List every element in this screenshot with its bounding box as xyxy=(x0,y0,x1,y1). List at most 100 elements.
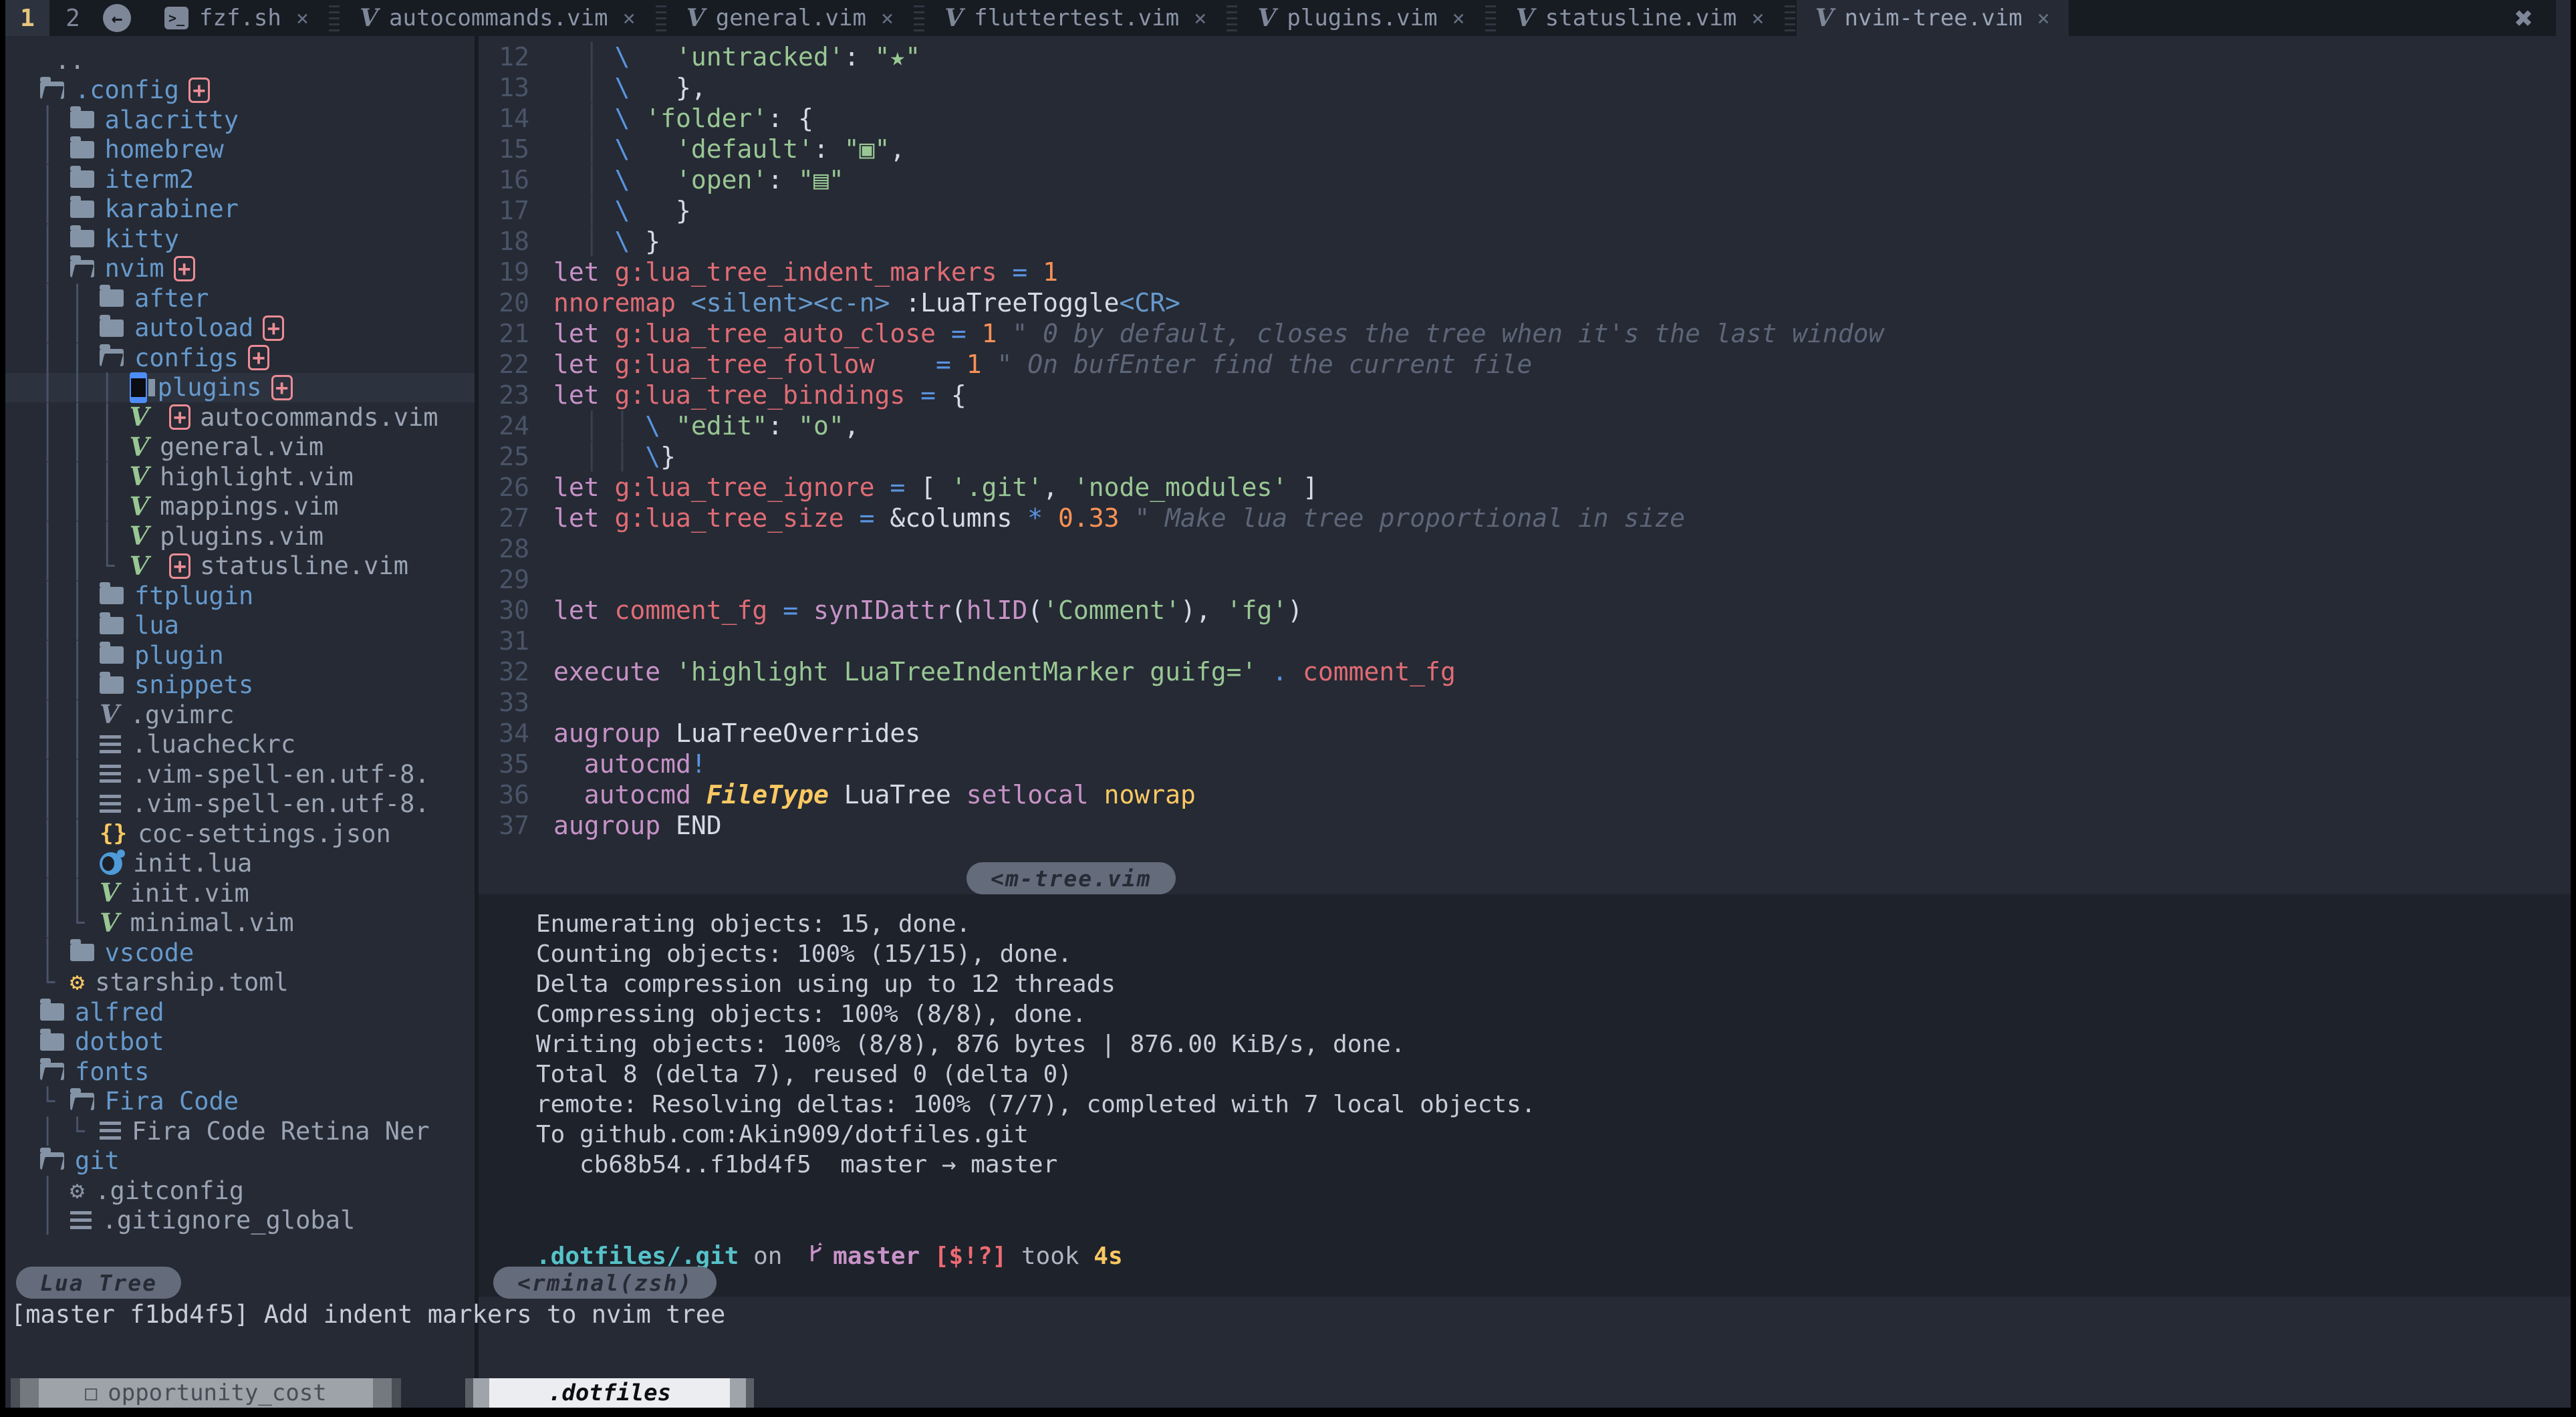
tree-item-mappings.vim[interactable]: │ │ │ Vmappings.vim xyxy=(5,492,475,522)
tree-item-iterm2[interactable]: │ iterm2 xyxy=(5,164,475,195)
prompt-char[interactable]: ❯ xyxy=(536,1271,2571,1301)
tab-fzf.sh[interactable]: >_fzf.sh× xyxy=(146,0,328,36)
code-line[interactable]: 30let comment_fg = synIDattr(hlID('Comme… xyxy=(479,595,2571,626)
terminal-pane[interactable]: Enumerating objects: 15, done.Counting o… xyxy=(479,894,2571,1297)
tree-item-init.vim[interactable]: │ │ Vinit.vim xyxy=(5,878,475,908)
tab-plugins.vim[interactable]: Vplugins.vim× xyxy=(1239,0,1483,36)
tmux-session-dotfiles[interactable]: .dotfiles xyxy=(465,1378,754,1408)
tree-item-plugins[interactable]: │ │ │ plugins+ xyxy=(5,373,475,403)
tree-item-autocommands.vim[interactable]: │ │ │ V+autocommands.vim xyxy=(5,402,475,432)
tree-item-minimal.vim[interactable]: │ └ Vminimal.vim xyxy=(5,908,475,938)
tree-item-general.vim[interactable]: │ │ │ Vgeneral.vim xyxy=(5,432,475,463)
tree-item-label: nvim xyxy=(105,254,164,283)
tree-item-alacritty[interactable]: │ alacritty xyxy=(5,105,475,135)
tab-autocommands.vim[interactable]: Vautocommands.vim× xyxy=(341,0,654,36)
code-line[interactable]: 27let g:lua_tree_size = &columns * 0.33 … xyxy=(479,503,2571,533)
tree-item-.gitignore-global[interactable]: │ .gitignore_global xyxy=(5,1206,475,1236)
tmux-session-opportunity-cost[interactable]: □ opportunity_cost xyxy=(11,1378,401,1408)
code-line[interactable]: 20nnoremap <silent><c-n> :LuaTreeToggle<… xyxy=(479,287,2571,318)
code-line[interactable]: 29 xyxy=(479,564,2571,595)
code-line[interactable]: 35 autocmd! xyxy=(479,749,2571,779)
folder-open-icon xyxy=(70,260,94,277)
tab-close-icon[interactable]: × xyxy=(2037,5,2050,31)
tree-item-alfred[interactable]: alfred xyxy=(5,997,475,1027)
tree-indent-guide: │ │ xyxy=(40,344,100,372)
tree-item-vscode[interactable]: │ vscode xyxy=(5,938,475,968)
code-line[interactable]: 15 │ \ 'default': "▣", xyxy=(479,134,2571,164)
code-line[interactable]: 31 xyxy=(479,626,2571,656)
code-line[interactable]: 22let g:lua_tree_follow = 1 " On bufEnte… xyxy=(479,349,2571,380)
tree-item-Fira-Code[interactable]: └ Fira Code xyxy=(5,1087,475,1117)
tree-item-autoload[interactable]: │ │ autoload+ xyxy=(5,313,475,344)
tree-item-Fira-Code-Retina-Ner[interactable]: │ └ Fira Code Retina Ner xyxy=(5,1116,475,1146)
code-line[interactable]: 26let g:lua_tree_ignore = [ '.git', 'nod… xyxy=(479,472,2571,503)
tmux-window-2[interactable]: 2 xyxy=(49,0,96,36)
tmux-window-1[interactable]: 1 xyxy=(5,0,49,36)
code-line[interactable]: 13 │ \ }, xyxy=(479,72,2571,103)
tab-statusline.vim[interactable]: Vstatusline.vim× xyxy=(1497,0,1783,36)
code-line[interactable]: 33 xyxy=(479,687,2571,718)
tree-item-kitty[interactable]: │ kitty xyxy=(5,224,475,254)
tree-item-.vim-spell-en.utf-8.[interactable]: │ │ .vim-spell-en.utf-8. xyxy=(5,789,475,819)
tree-item-homebrew[interactable]: │ homebrew xyxy=(5,135,475,165)
tree-item-coc-settings.json[interactable]: │ │ {}coc-settings.json xyxy=(5,819,475,849)
code-line[interactable]: 14 │ \ 'folder': { xyxy=(479,103,2571,134)
code-line[interactable]: 25 │ │ \} xyxy=(479,441,2571,472)
tree-item-..[interactable]: .. xyxy=(5,45,475,76)
code-line[interactable]: 34augroup LuaTreeOverrides xyxy=(479,718,2571,749)
tree-item-snippets[interactable]: │ │ snippets xyxy=(5,670,475,700)
tree-item-git[interactable]: git xyxy=(5,1146,475,1176)
tab-label: fluttertest.vim xyxy=(974,5,1179,31)
tree-item-statusline.vim[interactable]: │ │ └ V+statusline.vim xyxy=(5,551,475,582)
tab-close-icon[interactable]: × xyxy=(881,5,894,31)
tab-close-icon[interactable]: × xyxy=(623,5,636,31)
code-line[interactable]: 37augroup END xyxy=(479,810,2571,841)
code-line[interactable]: 18 │ \ } xyxy=(479,226,2571,257)
tree-item-karabiner[interactable]: │ karabiner xyxy=(5,195,475,225)
code-line[interactable]: 36 autocmd FileType LuaTree setlocal now… xyxy=(479,779,2571,810)
tree-item-configs[interactable]: │ │ configs+ xyxy=(5,343,475,373)
tab-close-icon[interactable]: × xyxy=(296,5,309,31)
code-line[interactable]: 16 │ \ 'open': "▤" xyxy=(479,164,2571,195)
tree-item-label: .gitignore_global xyxy=(102,1206,356,1235)
tree-item-.gvimrc[interactable]: │ │ V.gvimrc xyxy=(5,700,475,730)
tree-item-.luacheckrc[interactable]: │ │ .luacheckrc xyxy=(5,730,475,760)
prompt-git-status: [$!?] xyxy=(920,1243,1007,1270)
code-line[interactable]: 17 │ \ } xyxy=(479,195,2571,226)
code-line[interactable]: 21let g:lua_tree_auto_close = 1 " 0 by d… xyxy=(479,318,2571,349)
tree-item-.gitconfig[interactable]: │ ⚙.gitconfig xyxy=(5,1176,475,1206)
folder-icon xyxy=(40,1033,64,1051)
tree-item-highlight.vim[interactable]: │ │ │ Vhighlight.vim xyxy=(5,462,475,492)
close-icon[interactable]: ✖ xyxy=(2515,0,2533,36)
tree-item-after[interactable]: │ │ after xyxy=(5,283,475,313)
tree-item-init.lua[interactable]: │ │ init.lua xyxy=(5,849,475,879)
tree-item-label: .vim-spell-en.utf-8. xyxy=(132,789,430,818)
tree-item-fonts[interactable]: fonts xyxy=(5,1057,475,1087)
tree-item-.config[interactable]: .config+ xyxy=(5,76,475,106)
tab-close-icon[interactable]: × xyxy=(1452,5,1465,31)
code-line[interactable]: 24 │ │ \ "edit": "o", xyxy=(479,410,2571,441)
tab-fluttertest.vim[interactable]: Vfluttertest.vim× xyxy=(926,0,1225,36)
tree-item-lua[interactable]: │ │ lua xyxy=(5,611,475,641)
code-line[interactable]: 23let g:lua_tree_bindings = { xyxy=(479,380,2571,410)
lua-file-icon xyxy=(100,852,122,875)
code-line[interactable]: 28 xyxy=(479,533,2571,564)
tab-close-icon[interactable]: × xyxy=(1751,5,1764,31)
tmux-session-label: .dotfiles xyxy=(548,1380,671,1406)
tree-item-plugin[interactable]: │ │ plugin xyxy=(5,640,475,670)
code-line[interactable]: 12 │ \ 'untracked': "★" xyxy=(479,41,2571,72)
tab-general.vim[interactable]: Vgeneral.vim× xyxy=(668,0,912,36)
code-line[interactable]: 32execute 'highlight LuaTreeIndentMarker… xyxy=(479,656,2571,687)
tree-item-starship.toml[interactable]: └ ⚙starship.toml xyxy=(5,968,475,998)
code-line[interactable]: 19let g:lua_tree_indent_markers = 1 xyxy=(479,257,2571,287)
code-text: autocmd! xyxy=(553,749,706,779)
tree-item-nvim[interactable]: │ nvim+ xyxy=(5,254,475,284)
tree-item-plugins.vim[interactable]: │ │ │ Vplugins.vim xyxy=(5,521,475,551)
tab-close-icon[interactable]: × xyxy=(1194,5,1206,31)
back-arrow-icon[interactable]: ← xyxy=(103,4,131,32)
tree-item-ftplugin[interactable]: │ │ ftplugin xyxy=(5,581,475,611)
tree-item-.vim-spell-en.utf-8.[interactable]: │ │ .vim-spell-en.utf-8. xyxy=(5,759,475,789)
code-editor[interactable]: 12 │ \ 'untracked': "★"13 │ \ },14 │ \ '… xyxy=(479,36,2571,841)
tab-nvim-tree.vim[interactable]: Vnvim-tree.vim× xyxy=(1797,0,2069,36)
tree-item-dotbot[interactable]: dotbot xyxy=(5,1027,475,1057)
